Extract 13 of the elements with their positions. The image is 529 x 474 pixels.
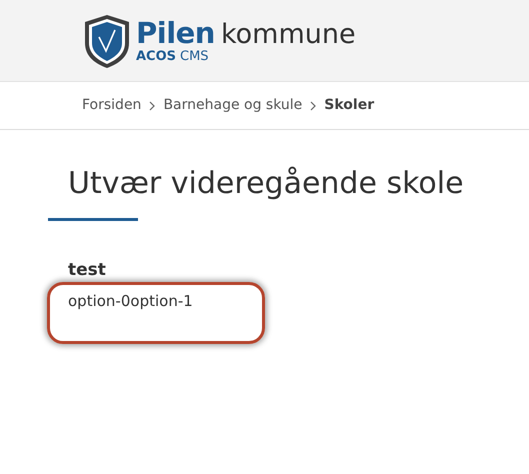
field-label: test: [68, 259, 107, 281]
breadcrumb-current: Skoler: [324, 96, 374, 115]
shield-logo-icon: [82, 12, 132, 68]
page-title: Utvær videregående skole: [68, 166, 465, 202]
logo-product-bold: ACOS: [136, 50, 176, 62]
breadcrumb-link[interactable]: Barnehage og skule: [163, 95, 302, 116]
logo-name: Pilen: [136, 18, 215, 48]
logo-product: CMS: [180, 50, 209, 62]
chevron-right-icon: [149, 100, 156, 110]
field-value: option-0option-1: [68, 291, 193, 312]
logo-suffix: kommune: [220, 20, 356, 48]
chevron-right-icon: [310, 100, 316, 110]
breadcrumb-link[interactable]: Forsiden: [82, 95, 142, 116]
